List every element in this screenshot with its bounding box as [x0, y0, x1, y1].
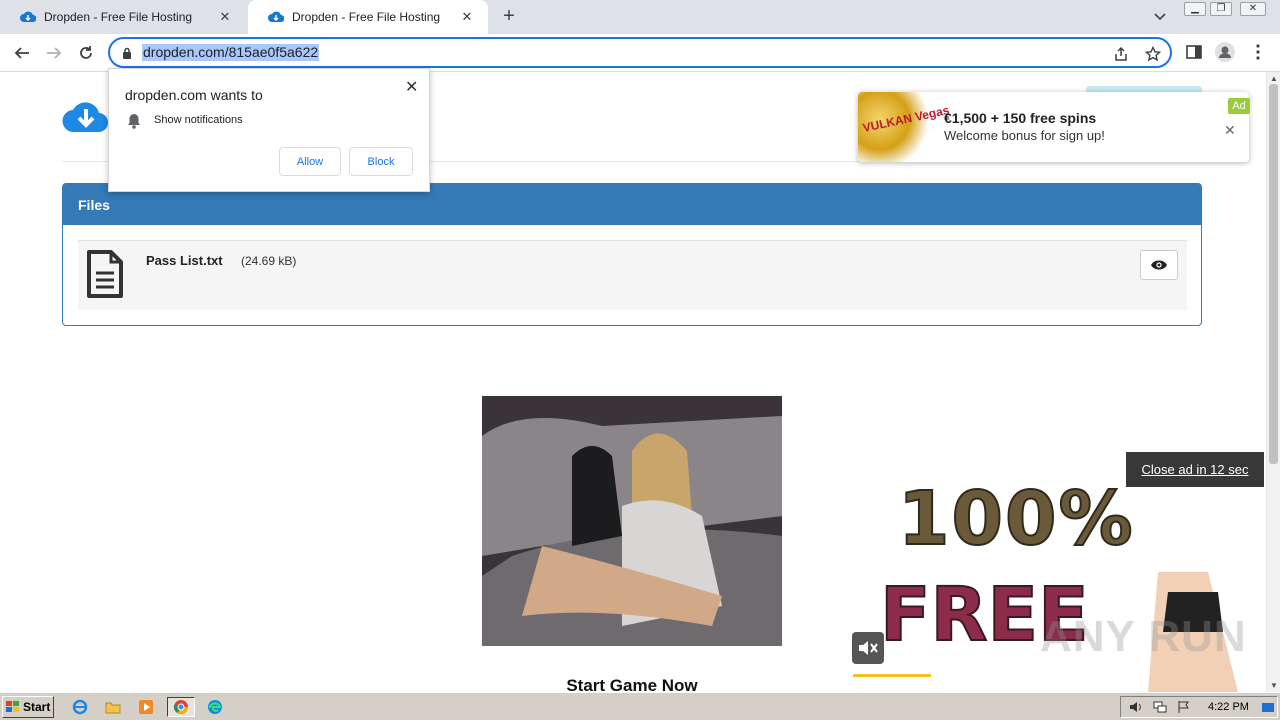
kebab-menu-icon[interactable]	[1248, 42, 1268, 62]
internet-explorer-icon[interactable]	[68, 697, 92, 717]
volume-icon[interactable]	[1129, 700, 1143, 719]
windows-taskbar: Start 4:22 PM	[0, 692, 1280, 720]
text-file-icon	[86, 249, 124, 299]
address-bar[interactable]: dropden.com/815ae0f5a622	[108, 37, 1172, 68]
tab-title: Dropden - Free File Hosting	[292, 10, 441, 24]
block-button[interactable]: Block	[349, 147, 413, 176]
tab-close-icon[interactable]: ✕	[458, 8, 476, 26]
action-center-flag-icon[interactable]	[1177, 700, 1191, 719]
system-tray	[1120, 696, 1278, 718]
restore-window-icon[interactable]: ❐	[1210, 2, 1232, 16]
tab-dropden-1[interactable]: Dropden - Free File Hosting ✕	[0, 0, 246, 34]
permission-type: Show notifications	[154, 114, 243, 126]
tab-search-chevron-icon[interactable]	[1150, 8, 1170, 26]
side-panel-icon[interactable]	[1184, 42, 1204, 62]
media-player-icon[interactable]	[134, 697, 158, 717]
eye-icon	[1151, 260, 1167, 270]
files-panel: Files Pass List.txt (24.69 kB)	[62, 183, 1202, 326]
allow-button[interactable]: Allow	[279, 147, 341, 176]
close-window-icon[interactable]: ✕	[1240, 2, 1266, 16]
close-ad-countdown-button[interactable]: Close ad in 12 sec	[1126, 452, 1264, 487]
bookmark-star-icon[interactable]	[1144, 45, 1162, 63]
scroll-up-arrow-icon[interactable]: ▲	[1270, 74, 1278, 83]
bell-icon	[127, 113, 141, 134]
tab-title: Dropden - Free File Hosting	[44, 10, 193, 24]
start-game-now-link[interactable]: Start Game Now	[482, 676, 782, 692]
video-progress-bar	[853, 674, 931, 677]
url-text[interactable]: dropden.com/815ae0f5a622	[142, 44, 320, 61]
windows-logo-icon	[6, 701, 19, 712]
back-arrow-icon[interactable]	[10, 41, 34, 65]
video-ad-100-text: 100%	[897, 475, 1135, 563]
share-icon[interactable]	[1112, 45, 1130, 63]
mute-speaker-icon[interactable]	[852, 632, 884, 664]
ad-badge: Ad	[1228, 98, 1250, 114]
taskbar-clock: 4:22 PM	[1208, 701, 1249, 713]
page-scrollbar[interactable]: ▲ ▼	[1266, 72, 1280, 692]
network-icon[interactable]	[1153, 700, 1167, 719]
chrome-taskbar-icon[interactable]	[167, 697, 195, 717]
permission-question: dropden.com wants to	[125, 87, 263, 103]
popup-close-icon[interactable]: ✕	[405, 77, 418, 97]
new-tab-plus-icon[interactable]: +	[498, 6, 520, 28]
start-label: Start	[23, 700, 51, 714]
profile-avatar-icon[interactable]	[1215, 42, 1235, 62]
file-name-link[interactable]: Pass List.txt	[146, 253, 223, 268]
reload-icon[interactable]	[74, 41, 98, 65]
tab-close-icon[interactable]: ✕	[216, 8, 234, 26]
forward-arrow-icon[interactable]	[42, 41, 66, 65]
cloud-download-favicon-icon	[20, 9, 36, 25]
ad-close-icon[interactable]: ✕	[1224, 122, 1236, 139]
tab-dropden-2[interactable]: Dropden - Free File Hosting ✕	[248, 0, 488, 34]
minimize-window-icon[interactable]: ▁	[1184, 2, 1206, 16]
casino-ad-subline: Welcome bonus for sign up!	[944, 128, 1105, 143]
notification-permission-popup: dropden.com wants to Show notifications …	[108, 68, 430, 192]
game-ad-image[interactable]	[482, 396, 782, 646]
scrollbar-thumb[interactable]	[1269, 84, 1278, 464]
casino-push-ad[interactable]: VULKAN Vegas €1,500 + 150 free spins Wel…	[858, 92, 1250, 162]
edge-icon[interactable]	[203, 697, 227, 717]
file-explorer-icon[interactable]	[101, 697, 125, 717]
lock-icon[interactable]	[122, 46, 132, 64]
file-size: (24.69 kB)	[241, 254, 297, 268]
browser-toolbar: dropden.com/815ae0f5a622	[0, 34, 1280, 72]
tab-strip: Dropden - Free File Hosting ✕ Dropden - …	[0, 0, 1280, 34]
show-desktop-icon[interactable]	[1261, 701, 1275, 719]
file-row: Pass List.txt (24.69 kB)	[78, 240, 1187, 310]
start-button[interactable]: Start	[2, 696, 54, 718]
preview-eye-button[interactable]	[1140, 250, 1178, 280]
dropden-cloud-logo-icon[interactable]	[62, 96, 110, 136]
casino-ad-headline: €1,500 + 150 free spins	[944, 110, 1097, 126]
cloud-download-favicon-icon	[268, 9, 284, 25]
scroll-down-arrow-icon[interactable]: ▼	[1270, 681, 1278, 690]
anyrun-watermark: ANY RUN	[1040, 612, 1247, 661]
